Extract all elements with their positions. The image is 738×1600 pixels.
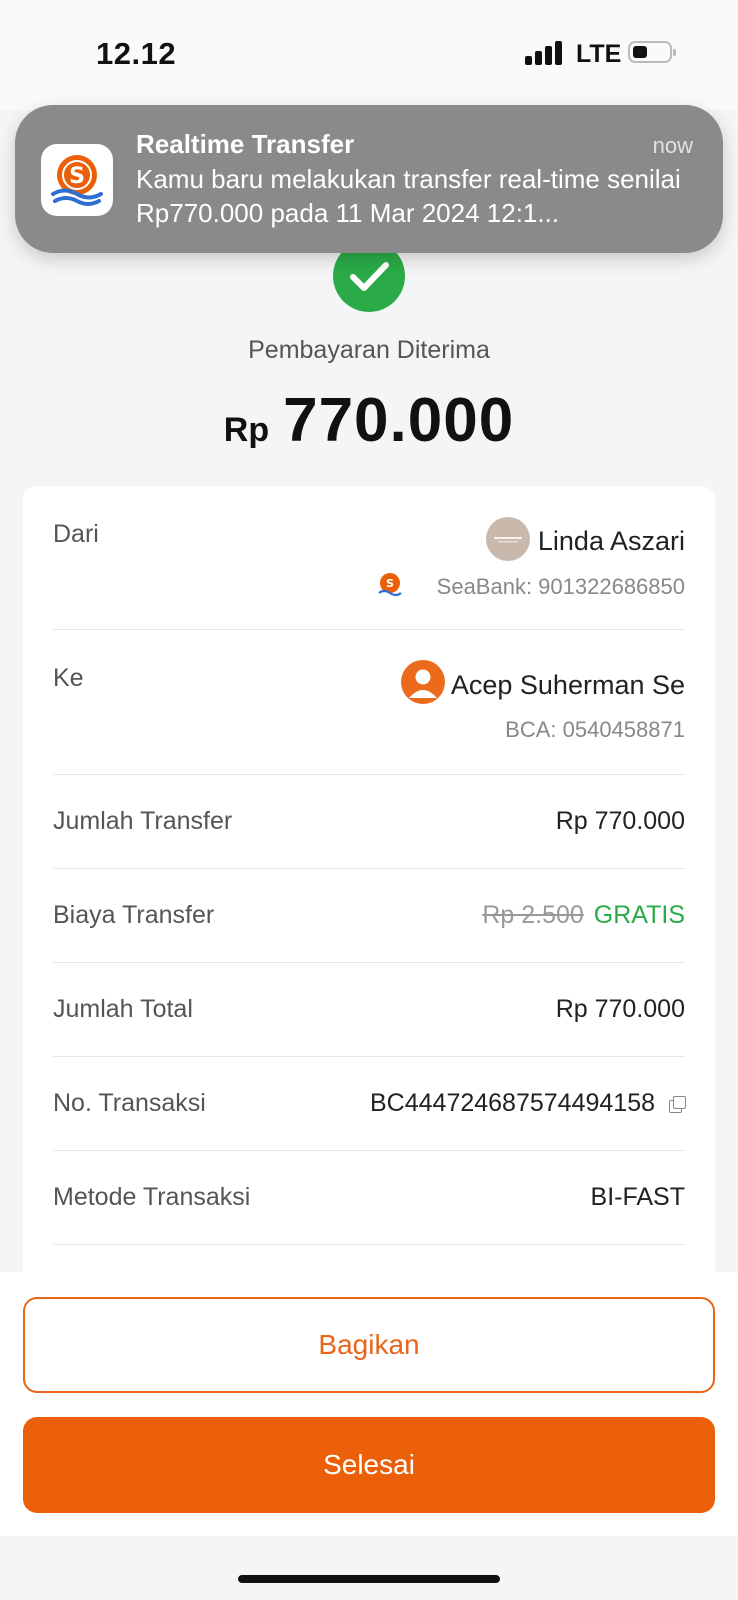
sender-name: Linda Aszari bbox=[537, 526, 685, 556]
total-label: Jumlah Total bbox=[53, 995, 193, 1023]
recipient-account: BCA: 0540458871 bbox=[505, 717, 685, 742]
notification-body: Kamu baru melakukan transfer real-time s… bbox=[136, 164, 681, 228]
recipient-avatar-icon bbox=[401, 660, 445, 704]
home-indicator[interactable] bbox=[238, 1575, 500, 1583]
share-button[interactable]: Bagikan bbox=[23, 1297, 715, 1393]
transfer-amount-value: Rp 770.000 bbox=[555, 807, 685, 835]
transaction-no-value: BC444724687574494158 bbox=[370, 1089, 686, 1118]
to-label: Ke bbox=[53, 664, 84, 692]
notification-time: now bbox=[652, 133, 693, 158]
payment-amount: Rp 770.000 bbox=[0, 385, 738, 456]
transfer-fee-value: Rp 2.500 GRATIS bbox=[482, 901, 685, 930]
seabank-logo-icon: S bbox=[41, 144, 113, 216]
transfer-fee-label: Biaya Transfer bbox=[53, 901, 215, 929]
recipient-name: Acep Suherman Se bbox=[450, 670, 685, 700]
total-value: Rp 770.000 bbox=[555, 995, 685, 1023]
detail-row-transaction-no: No. Transaksi BC444724687574494158 bbox=[53, 1057, 686, 1151]
method-value: BI-FAST bbox=[590, 1183, 685, 1211]
method-label: Metode Transaksi bbox=[53, 1183, 251, 1211]
transaction-no-text: BC444724687574494158 bbox=[370, 1089, 655, 1117]
bottom-action-panel: Bagikan Selesai bbox=[0, 1272, 738, 1536]
transaction-no-label: No. Transaksi bbox=[53, 1089, 206, 1117]
seabank-icon: S bbox=[377, 572, 403, 598]
notification-title: Realtime Transfer bbox=[136, 129, 355, 159]
transaction-detail-card: Dari Linda Aszari S SeaBank: 90132268685… bbox=[23, 486, 715, 1286]
push-notification[interactable]: S Realtime Transfer now Kamu baru melaku… bbox=[15, 105, 723, 253]
payment-status: Pembayaran Diterima bbox=[248, 336, 490, 364]
copy-icon[interactable] bbox=[669, 1096, 686, 1114]
detail-row-total: Jumlah Total Rp 770.000 bbox=[53, 963, 685, 1057]
amount-currency: Rp bbox=[223, 411, 270, 449]
network-type: LTE bbox=[576, 40, 622, 68]
battery-icon bbox=[628, 41, 676, 63]
sender-account: SeaBank: 901322686850 bbox=[436, 574, 685, 599]
signal-icon bbox=[525, 41, 565, 65]
detail-row-transfer-amount: Jumlah Transfer Rp 770.000 bbox=[53, 775, 685, 869]
detail-row-method: Metode Transaksi BI-FAST bbox=[53, 1151, 685, 1245]
original-fee: Rp 2.500 bbox=[482, 901, 584, 929]
status-time: 12.12 bbox=[96, 36, 177, 71]
detail-row-to: Ke Acep Suherman Se BCA: 0540458871 bbox=[53, 630, 685, 775]
transfer-amount-label: Jumlah Transfer bbox=[53, 807, 233, 835]
fee-free-label: GRATIS bbox=[593, 901, 685, 929]
done-button[interactable]: Selesai bbox=[23, 1417, 715, 1513]
svg-text:S: S bbox=[69, 164, 85, 189]
sender-avatar bbox=[486, 517, 530, 561]
amount-value: 770.000 bbox=[283, 386, 515, 455]
status-bar: 12.12 LTE bbox=[0, 0, 738, 110]
detail-row-from: Dari Linda Aszari S SeaBank: 90132268685… bbox=[53, 486, 685, 630]
detail-row-transfer-fee: Biaya Transfer Rp 2.500 GRATIS bbox=[53, 869, 685, 963]
svg-text:S: S bbox=[386, 577, 394, 590]
from-label: Dari bbox=[53, 520, 99, 548]
